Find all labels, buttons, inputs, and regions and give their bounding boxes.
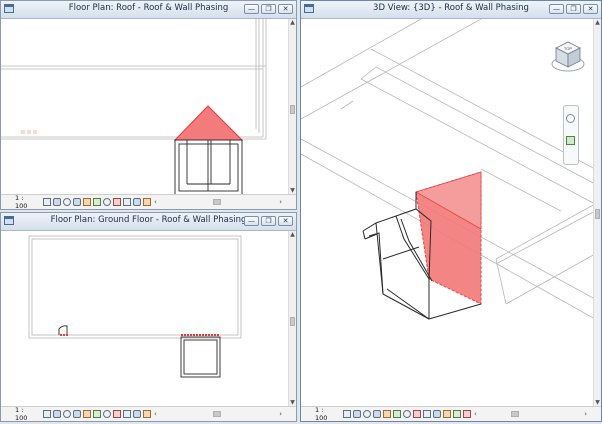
scroll-up-arrow[interactable]: ▲	[289, 19, 296, 27]
horizontal-scrollbar[interactable]	[161, 410, 275, 418]
design-options-icon[interactable]	[423, 410, 431, 418]
show-crop-icon[interactable]	[93, 410, 101, 418]
scroll-thumb[interactable]	[595, 209, 600, 219]
temporary-hide-icon[interactable]	[103, 410, 111, 418]
detail-level-icon[interactable]	[43, 410, 51, 418]
view-scale[interactable]: 1 : 100	[315, 406, 337, 421]
highlight-icon[interactable]	[443, 410, 451, 418]
horizontal-scrollbar[interactable]	[481, 410, 580, 418]
close-button[interactable]: ✕	[278, 216, 293, 226]
minimize-button[interactable]: —	[244, 4, 259, 14]
hscroll-thumb[interactable]	[510, 411, 519, 417]
hscroll-thumb[interactable]	[212, 199, 221, 205]
scroll-up-arrow[interactable]: ▲	[594, 19, 601, 27]
shadows-icon[interactable]	[73, 410, 81, 418]
horizontal-scrollbar[interactable]	[161, 198, 275, 206]
close-button[interactable]: ✕	[278, 4, 293, 14]
view-scale[interactable]: 1 : 100	[15, 194, 37, 209]
ground-plan-canvas[interactable]	[1, 231, 288, 407]
ground-plan-view-control-bar: 1 : 100 ‹ ›	[1, 406, 296, 421]
restore-button[interactable]: ❐	[566, 4, 581, 14]
roof-plan-titlebar[interactable]: Floor Plan: Roof - Roof & Wall Phasing —…	[1, 1, 296, 19]
roof-plan-vertical-scrollbar[interactable]: ▲ ▼	[288, 19, 296, 195]
highlight-icon[interactable]	[143, 410, 151, 418]
show-crop-icon[interactable]	[393, 410, 401, 418]
minimize-button[interactable]: —	[244, 216, 259, 226]
roof-plan-window[interactable]: Floor Plan: Roof - Roof & Wall Phasing —…	[0, 0, 297, 210]
roof-plan-view-control-bar: 1 : 100 ‹ ›	[1, 194, 296, 209]
3d-view-control-bar: 1 : 100 ‹ ›	[301, 406, 601, 421]
temporary-hide-icon[interactable]	[403, 410, 411, 418]
navigation-bar[interactable]	[563, 105, 579, 165]
roof-plan-canvas[interactable]	[1, 19, 288, 196]
reveal-hidden-icon[interactable]	[113, 198, 121, 206]
detail-level-icon[interactable]	[43, 198, 51, 206]
visual-style-icon[interactable]	[53, 198, 61, 206]
scroll-left-arrow[interactable]: ‹	[154, 410, 157, 418]
reveal-hidden-icon[interactable]	[113, 410, 121, 418]
view-scale[interactable]: 1 : 100	[15, 406, 37, 421]
ground-plan-vertical-scrollbar[interactable]: ▲ ▼	[288, 231, 296, 407]
minimize-button[interactable]: —	[549, 4, 564, 14]
scroll-thumb[interactable]	[290, 317, 295, 326]
visual-style-icon[interactable]	[53, 410, 61, 418]
lock-3d-icon[interactable]	[453, 410, 461, 418]
analysis-icon[interactable]	[433, 410, 441, 418]
scroll-right-arrow[interactable]: ›	[279, 410, 282, 418]
3d-view-window[interactable]: 3D View: {3D} - Roof & Wall Phasing — ❐ …	[300, 0, 602, 422]
analysis-icon[interactable]	[133, 198, 141, 206]
ground-plan-titlebar[interactable]: Floor Plan: Ground Floor - Roof & Wall P…	[1, 213, 296, 231]
reveal-hidden-icon[interactable]	[413, 410, 421, 418]
steering-wheel-icon[interactable]	[566, 114, 575, 123]
hscroll-thumb[interactable]	[212, 411, 221, 417]
show-crop-icon[interactable]	[93, 198, 101, 206]
wall-segment-highlight	[58, 325, 68, 335]
sun-path-icon[interactable]	[63, 410, 71, 418]
restore-button[interactable]: ❐	[261, 4, 276, 14]
temporary-hide-icon[interactable]	[103, 198, 111, 206]
reveal-constraints-icon[interactable]	[463, 410, 471, 418]
crop-view-icon[interactable]	[83, 198, 91, 206]
scroll-right-arrow[interactable]: ›	[584, 410, 587, 418]
visual-style-icon[interactable]	[353, 410, 361, 418]
scroll-right-arrow[interactable]: ›	[279, 198, 282, 206]
3d-view-canvas[interactable]: TOP	[301, 19, 595, 407]
restore-button[interactable]: ❐	[261, 216, 276, 226]
ground-plan-window[interactable]: Floor Plan: Ground Floor - Roof & Wall P…	[0, 212, 297, 422]
design-options-icon[interactable]	[123, 198, 131, 206]
3d-view-titlebar[interactable]: 3D View: {3D} - Roof & Wall Phasing — ❐ …	[301, 1, 601, 19]
scroll-up-arrow[interactable]: ▲	[289, 231, 296, 239]
close-button[interactable]: ✕	[583, 4, 598, 14]
scroll-left-arrow[interactable]: ‹	[154, 198, 157, 206]
scroll-thumb[interactable]	[290, 105, 295, 114]
shadows-icon[interactable]	[373, 410, 381, 418]
detail-level-icon[interactable]	[343, 410, 351, 418]
viewcube-icon[interactable]: TOP	[549, 37, 587, 75]
zoom-icon[interactable]	[566, 136, 575, 145]
scroll-left-arrow[interactable]: ‹	[474, 410, 477, 418]
highlight-icon[interactable]	[143, 198, 151, 206]
roof-highlight-shape	[173, 105, 244, 141]
shadows-icon[interactable]	[73, 198, 81, 206]
crop-view-icon[interactable]	[383, 410, 391, 418]
analysis-icon[interactable]	[133, 410, 141, 418]
sun-path-icon[interactable]	[63, 198, 71, 206]
sun-path-icon[interactable]	[363, 410, 371, 418]
crop-view-icon[interactable]	[83, 410, 91, 418]
design-options-icon[interactable]	[123, 410, 131, 418]
viewcube-face-label: TOP	[564, 46, 572, 51]
3d-view-vertical-scrollbar[interactable]: ▲ ▼	[593, 19, 601, 407]
